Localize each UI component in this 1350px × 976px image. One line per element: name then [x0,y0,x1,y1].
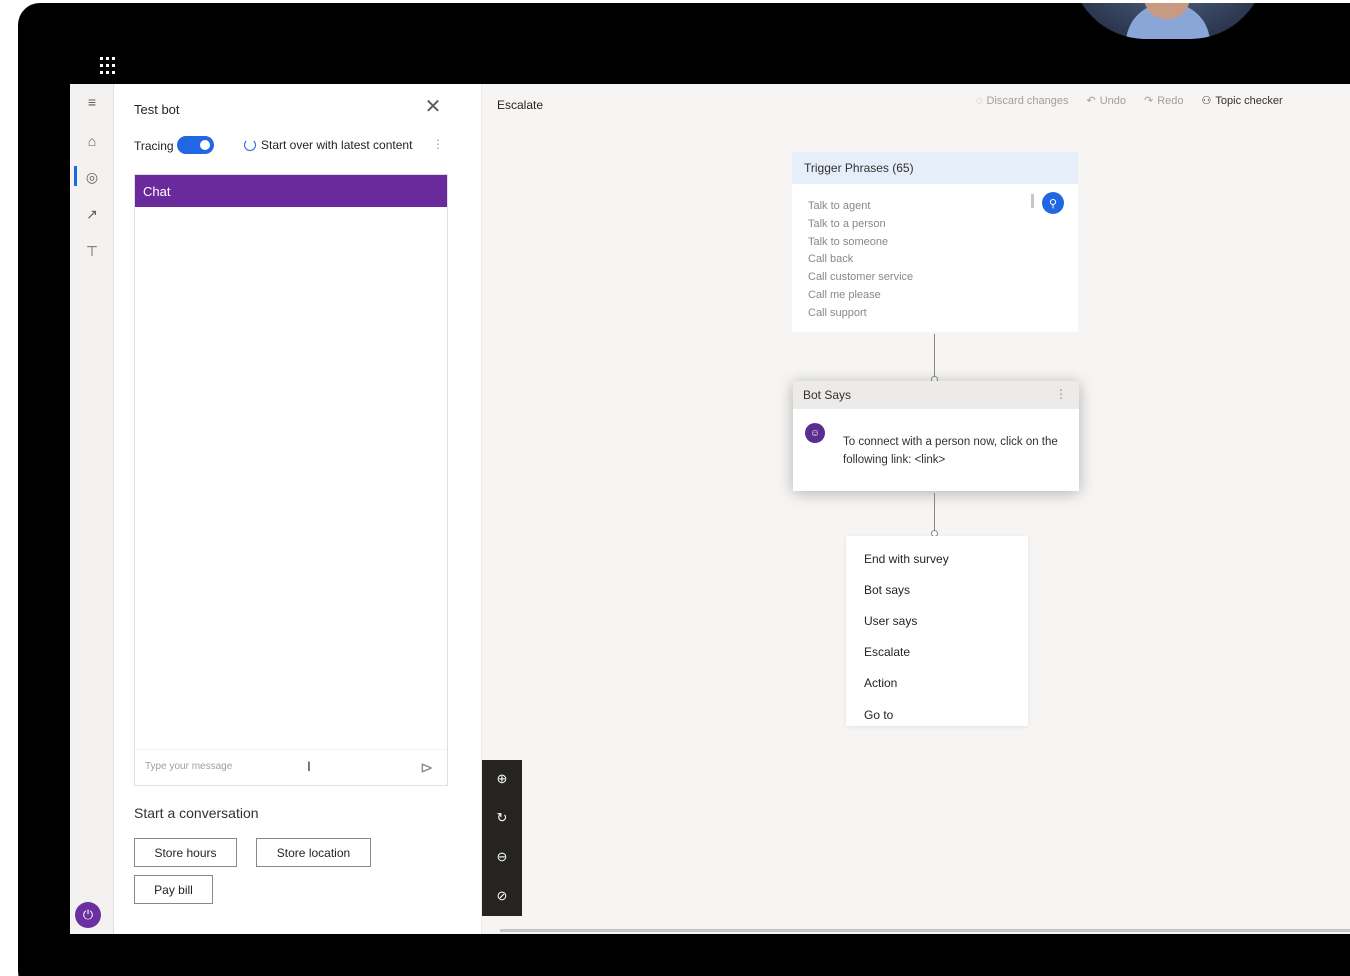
bot-says-node[interactable]: Bot Says ⋮ ☺ To connect with a person no… [793,381,1079,491]
message-placeholder: Type your message [145,761,233,772]
menu-item-escalate[interactable]: Escalate [846,637,1028,668]
hamburger-icon[interactable]: ≡ [82,92,102,112]
start-over-label: Start over with latest content [261,138,413,152]
authoring-canvas: Escalate ◌ Discard changes ↶ Undo ↷ Redo… [482,84,1350,934]
topic-name: Escalate [497,98,544,112]
text-cursor-icon: I [307,758,311,774]
redo-button[interactable]: ↷ Redo [1144,94,1184,108]
topic-checker-label: Topic checker [1215,94,1283,107]
chat-header: Chat [135,175,447,207]
fit-icon[interactable]: ⊘ [492,886,512,906]
start-over-button[interactable]: Start over with latest content [244,138,412,152]
trigger-phrase: Talk to someone [808,235,889,248]
connector-line [934,493,935,533]
left-rail: ≡ ⌂ ◎ ↗ ⊤ ⏻ [70,84,114,934]
trigger-phrases-node[interactable]: Trigger Phrases (65) Talk to agent Talk … [792,152,1078,332]
power-virtual-agents-icon[interactable]: ⏻ [75,902,101,928]
topic-checker-button[interactable]: ⚇ Topic checker [1201,94,1283,108]
trigger-phrases-list: Talk to agent Talk to a person Talk to s… [792,184,1078,323]
trigger-phrase: Call me please [808,288,881,301]
waffle-icon[interactable] [100,57,118,75]
menu-item-action[interactable]: Action [846,668,1028,699]
zoom-controls: ⊕ ↻ ⊖ ⊘ [482,760,522,916]
trigger-phrases-title: Trigger Phrases (65) [792,152,1078,184]
trigger-phrase: Call support [808,306,867,319]
active-indicator [74,166,77,186]
canvas-toolbar: ◌ Discard changes ↶ Undo ↷ Redo ⚇ Topic … [976,94,1283,108]
redo-label: Redo [1157,94,1184,107]
menu-item-bot-says[interactable]: Bot says [846,574,1028,605]
undo-icon: ↶ [1086,95,1096,107]
presenter-video-icon [1070,3,1266,39]
undo-label: Undo [1099,94,1126,107]
refresh-icon [244,139,256,151]
horizontal-scrollbar[interactable] [500,929,1350,932]
chat-window: Chat Type your message I ⊳ [134,174,448,786]
discard-label: Discard changes [986,94,1069,107]
discard-icon: ◌ [976,94,983,107]
discard-changes-button[interactable]: ◌ Discard changes [976,94,1068,107]
analytics-icon[interactable]: ↗ [82,204,102,224]
menu-item-user-says[interactable]: User says [846,605,1028,636]
tracing-toggle[interactable] [177,136,214,154]
zoom-in-icon[interactable]: ⊕ [492,769,512,789]
message-input[interactable]: Type your message I ⊳ [135,749,447,785]
suggestion-pay-bill[interactable]: Pay bill [134,875,213,904]
bot-icon: ☺ [805,423,825,443]
more-options-icon[interactable]: ⋮ [432,137,444,151]
app-screen: ≡ ⌂ ◎ ↗ ⊤ ⏻ Test bot ✕ Tracing Start ove… [70,84,1350,934]
reset-icon[interactable]: ↻ [492,808,512,828]
suggestion-store-location[interactable]: Store location [256,838,371,867]
send-icon[interactable]: ⊳ [420,758,433,778]
test-bot-panel: Test bot ✕ Tracing Start over with lates… [114,84,482,934]
entities-icon[interactable]: ⊤ [82,241,102,261]
redo-icon: ↷ [1144,95,1154,107]
suggestion-store-hours[interactable]: Store hours [134,838,237,867]
tracing-label: Tracing [134,139,174,153]
start-conversation-title: Start a conversation [134,805,259,821]
topic-checker-icon: ⚇ [1201,95,1212,107]
node-more-icon[interactable]: ⋮ [1055,387,1067,401]
zoom-out-icon[interactable]: ⊖ [492,847,512,867]
trigger-phrase: Call customer service [808,271,914,284]
undo-button[interactable]: ↶ Undo [1086,94,1126,108]
trigger-phrase: Call back [808,253,854,266]
home-icon[interactable]: ⌂ [82,131,102,151]
trigger-phrase: Talk to a person [808,217,886,230]
user-icon: ⚲ [1042,192,1064,214]
bot-message[interactable]: To connect with a person now, click on t… [843,433,1065,469]
connector-line [934,334,935,379]
trigger-phrase: Talk to agent [808,200,871,212]
topics-icon[interactable]: ◎ [82,167,102,187]
menu-item-end-with-survey[interactable]: End with survey [846,543,1028,574]
close-icon[interactable]: ✕ [424,97,442,117]
phrases-scrollbar[interactable] [1031,194,1034,208]
bot-says-title: Bot Says [793,381,1079,409]
menu-item-go-to[interactable]: Go to [846,699,1028,730]
add-node-menu: End with survey Bot says User says Escal… [846,536,1028,726]
test-bot-title: Test bot [134,102,180,117]
